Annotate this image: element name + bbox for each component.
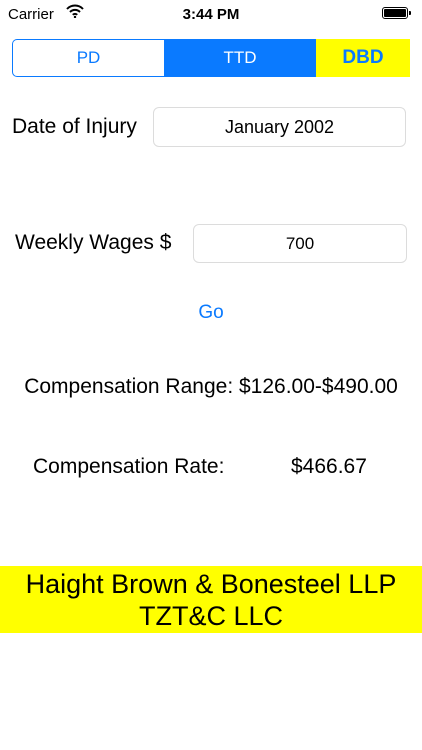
clock: 3:44 PM [182,6,240,23]
compensation-rate-value: $466.67 [291,455,367,478]
compensation-rate-label: Compensation Rate: [33,455,225,478]
segment-dbd[interactable]: DBD [316,39,410,77]
footer-line-2: TZT&C LLC [138,601,284,631]
segment-ttd[interactable]: TTD [164,39,316,77]
weekly-wages-input[interactable]: 700 [193,224,407,263]
segmented-control: PD TTD DBD [12,39,410,77]
weekly-wages-label: Weekly Wages $ [15,231,172,254]
compensation-range-label: Compensation Range: [24,375,234,398]
compensation-range: Compensation Range: $126.00-$490.00 [0,375,422,399]
go-button[interactable]: Go [0,302,422,324]
battery-icon [382,7,412,21]
date-of-injury-label: Date of Injury [12,115,137,138]
footer-banner: Haight Brown & Bonesteel LLP TZT&C LLC [0,566,422,633]
compensation-range-value: $126.00-$490.00 [239,375,398,398]
footer-line-1: Haight Brown & Bonesteel LLP [25,569,397,599]
date-of-injury-field[interactable]: January 2002 [153,107,406,147]
segment-pd[interactable]: PD [12,39,164,77]
status-bar: Carrier 3:44 PM [0,0,422,30]
